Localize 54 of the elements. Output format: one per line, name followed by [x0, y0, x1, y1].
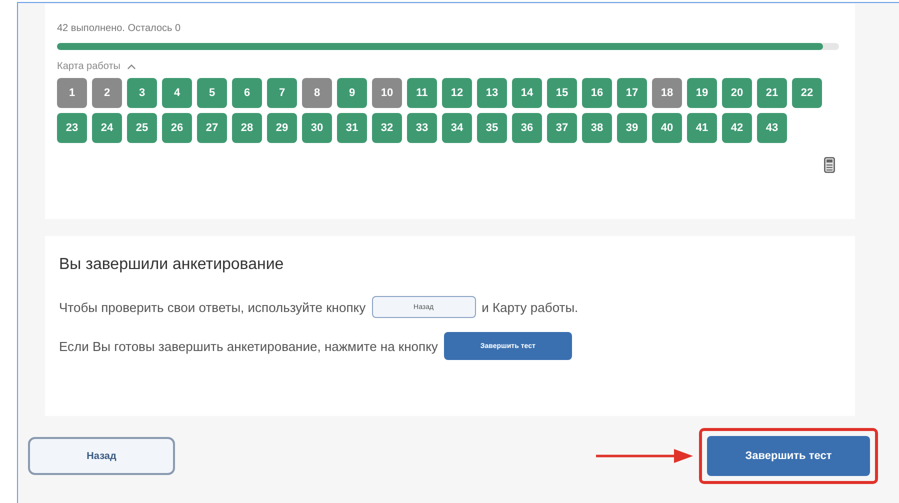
question-tile[interactable]: 32 [372, 113, 402, 143]
instruction-text: и Карту работы. [482, 300, 578, 314]
question-tile[interactable]: 14 [512, 78, 542, 108]
question-tile[interactable]: 23 [57, 113, 87, 143]
question-tile[interactable]: 6 [232, 78, 262, 108]
question-tile[interactable]: 39 [617, 113, 647, 143]
instruction-text: Если Вы готовы завершить анкетирование, нажмите на кнопку [59, 338, 438, 354]
question-tile[interactable]: 11 [407, 78, 437, 108]
question-tile[interactable]: 42 [722, 113, 752, 143]
question-tile[interactable]: 8 [302, 78, 332, 108]
question-tile[interactable]: 38 [582, 113, 612, 143]
question-tile[interactable]: 4 [162, 78, 192, 108]
question-tile[interactable]: 36 [512, 113, 542, 143]
question-tile[interactable]: 17 [617, 78, 647, 108]
work-map-toggle[interactable]: Карта работы [57, 61, 120, 72]
question-tile[interactable]: 20 [722, 78, 752, 108]
question-tile[interactable]: 25 [127, 113, 157, 143]
question-tile[interactable]: 31 [337, 113, 367, 143]
chevron-icon[interactable] [126, 64, 136, 70]
question-tile[interactable]: 33 [407, 113, 437, 143]
back-button[interactable]: Назад [28, 437, 175, 475]
completion-title: Вы завершили анкетирование [59, 256, 285, 274]
question-tile[interactable]: 40 [652, 113, 682, 143]
finish-test-button[interactable]: Завершить тест [707, 436, 870, 476]
question-tile[interactable]: 28 [232, 113, 262, 143]
question-tile[interactable]: 3 [127, 78, 157, 108]
question-tile[interactable]: 26 [162, 113, 192, 143]
question-tile[interactable]: 7 [267, 78, 297, 108]
question-tile[interactable]: 21 [757, 78, 787, 108]
question-tile[interactable]: 2 [92, 78, 122, 108]
question-tile[interactable]: 13 [477, 78, 507, 108]
question-tile[interactable]: 35 [477, 113, 507, 143]
question-tile[interactable]: 43 [757, 113, 787, 143]
question-tile[interactable]: 19 [687, 78, 717, 108]
question-tile[interactable]: 24 [92, 113, 122, 143]
question-tile[interactable]: 5 [197, 78, 227, 108]
question-tile[interactable]: 1 [57, 78, 87, 108]
question-tile[interactable]: 29 [267, 113, 297, 143]
question-tile[interactable]: 34 [442, 113, 472, 143]
question-tile[interactable]: 18 [652, 78, 682, 108]
progress-summary: 42 выполнено. Осталось 0 [57, 23, 182, 34]
calculator-icon[interactable] [824, 157, 835, 173]
question-tile[interactable]: 15 [547, 78, 577, 108]
question-tile[interactable]: 12 [442, 78, 472, 108]
instruction-text: Чтобы проверить свои ответы, используйте кнопку [59, 300, 366, 314]
question-tile[interactable]: 10 [372, 78, 402, 108]
arrow-icon [596, 448, 694, 464]
question-tile[interactable]: 16 [582, 78, 612, 108]
question-tile[interactable]: 41 [687, 113, 717, 143]
question-tile[interactable]: 27 [197, 113, 227, 143]
question-tile[interactable]: 30 [302, 113, 332, 143]
question-tile[interactable]: 9 [337, 78, 367, 108]
question-tile[interactable]: 22 [792, 78, 822, 108]
question-tile[interactable]: 37 [547, 113, 577, 143]
